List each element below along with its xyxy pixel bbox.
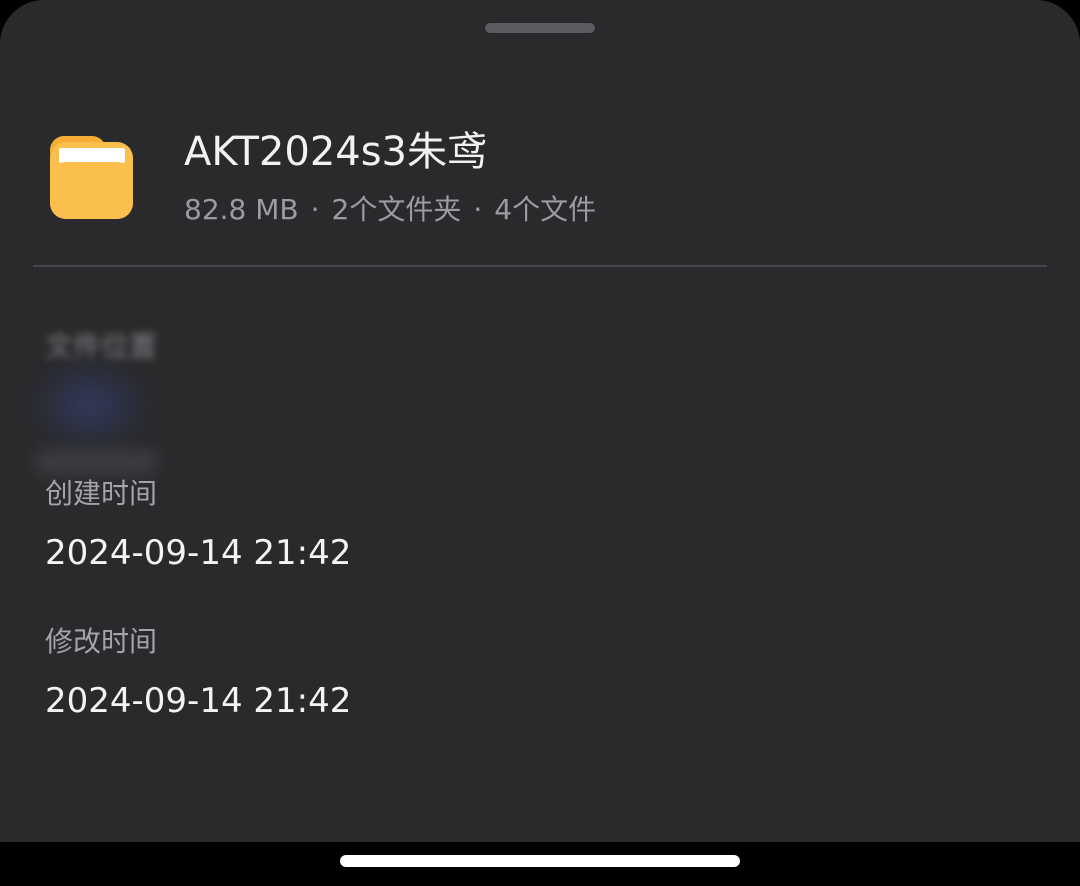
file-location-value-redacted[interactable]: [30, 360, 150, 450]
folder-meta: 82.8 MB · 2个文件夹 · 4个文件: [184, 190, 596, 230]
divider: [33, 265, 1047, 267]
folder-name: AKT2024s3朱鸢: [184, 129, 488, 175]
folder-size: 82.8 MB: [184, 193, 299, 226]
meta-separator: ·: [310, 193, 320, 226]
folder-subfolder-count: 2个文件夹: [331, 193, 462, 226]
file-location-path-redacted: [36, 450, 156, 474]
modified-time-value: 2024-09-14 21:42: [45, 681, 352, 721]
file-details-sheet: AKT2024s3朱鸢 82.8 MB · 2个文件夹 · 4个文件 文件位置 创建时间…: [0, 0, 1080, 842]
created-time-label: 创建时间: [45, 477, 158, 510]
home-indicator[interactable]: [340, 855, 740, 867]
drag-handle[interactable]: [485, 23, 595, 33]
created-time-value: 2024-09-14 21:42: [45, 533, 352, 573]
folder-file-count: 4个文件: [494, 193, 597, 226]
folder-icon: [50, 136, 133, 219]
modified-time-label: 修改时间: [45, 625, 158, 658]
meta-separator: ·: [473, 193, 483, 226]
